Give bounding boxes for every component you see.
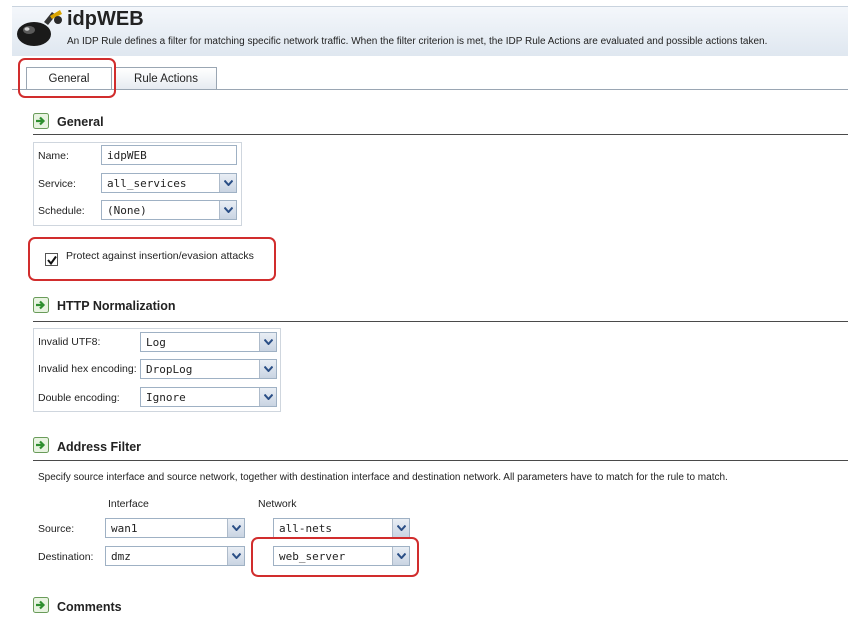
service-select[interactable]: all_services [101,173,237,193]
section-divider [33,321,848,322]
schedule-value: (None) [107,204,147,217]
highlight-general-tab [18,58,116,98]
section-title-http: HTTP Normalization [57,299,176,313]
section-arrow-icon [33,297,49,313]
protect-label: Protect against insertion/evasion attack… [66,250,254,262]
page-description: An IDP Rule defines a filter for matchin… [67,36,768,47]
address-description: Specify source interface and source netw… [38,472,728,483]
invalid-hex-value: DropLog [146,363,193,376]
tab-divider [12,89,848,90]
destination-label: Destination: [38,551,94,563]
source-label: Source: [38,523,75,535]
source-network-value: all-nets [279,522,332,535]
chevron-down-icon[interactable] [219,201,236,219]
source-network-select[interactable]: all-nets [273,518,410,538]
page-title: idpWEB [67,8,144,30]
name-input[interactable]: idpWEB [101,145,237,165]
source-interface-select[interactable]: wan1 [105,518,245,538]
invalid-utf8-value: Log [146,336,166,349]
invalid-hex-label: Invalid hex encoding: [38,363,137,375]
idp-rule-icon [17,10,62,46]
name-label: Name: [38,150,69,162]
service-value: all_services [107,177,187,190]
service-label: Service: [38,178,76,190]
section-arrow-icon [33,597,49,613]
tab-rule-actions[interactable]: Rule Actions [115,67,217,89]
section-arrow-icon [33,437,49,453]
chevron-down-icon[interactable] [259,388,276,406]
chevron-down-icon[interactable] [227,519,244,537]
section-title-address: Address Filter [57,440,142,454]
invalid-utf8-label: Invalid UTF8: [38,336,101,348]
destination-interface-value: dmz [111,550,131,563]
section-arrow-icon [33,113,49,129]
network-header: Network [258,498,297,510]
section-title-comments: Comments [57,600,122,614]
chevron-down-icon[interactable] [227,547,244,565]
invalid-utf8-select[interactable]: Log [140,332,277,352]
schedule-label: Schedule: [38,205,85,217]
double-encoding-select[interactable]: Ignore [140,387,277,407]
source-interface-value: wan1 [111,522,138,535]
section-title-general: General [57,115,104,129]
chevron-down-icon[interactable] [259,333,276,351]
protect-checkbox[interactable] [45,253,58,266]
interface-header: Interface [108,498,149,510]
chevron-down-icon[interactable] [259,360,276,378]
destination-interface-select[interactable]: dmz [105,546,245,566]
schedule-select[interactable]: (None) [101,200,237,220]
section-divider [33,460,848,461]
highlight-destination-network [251,537,419,577]
double-encoding-value: Ignore [146,391,186,404]
chevron-down-icon[interactable] [219,174,236,192]
invalid-hex-select[interactable]: DropLog [140,359,277,379]
double-encoding-label: Double encoding: [38,392,120,404]
chevron-down-icon[interactable] [392,519,409,537]
section-divider [33,134,848,135]
